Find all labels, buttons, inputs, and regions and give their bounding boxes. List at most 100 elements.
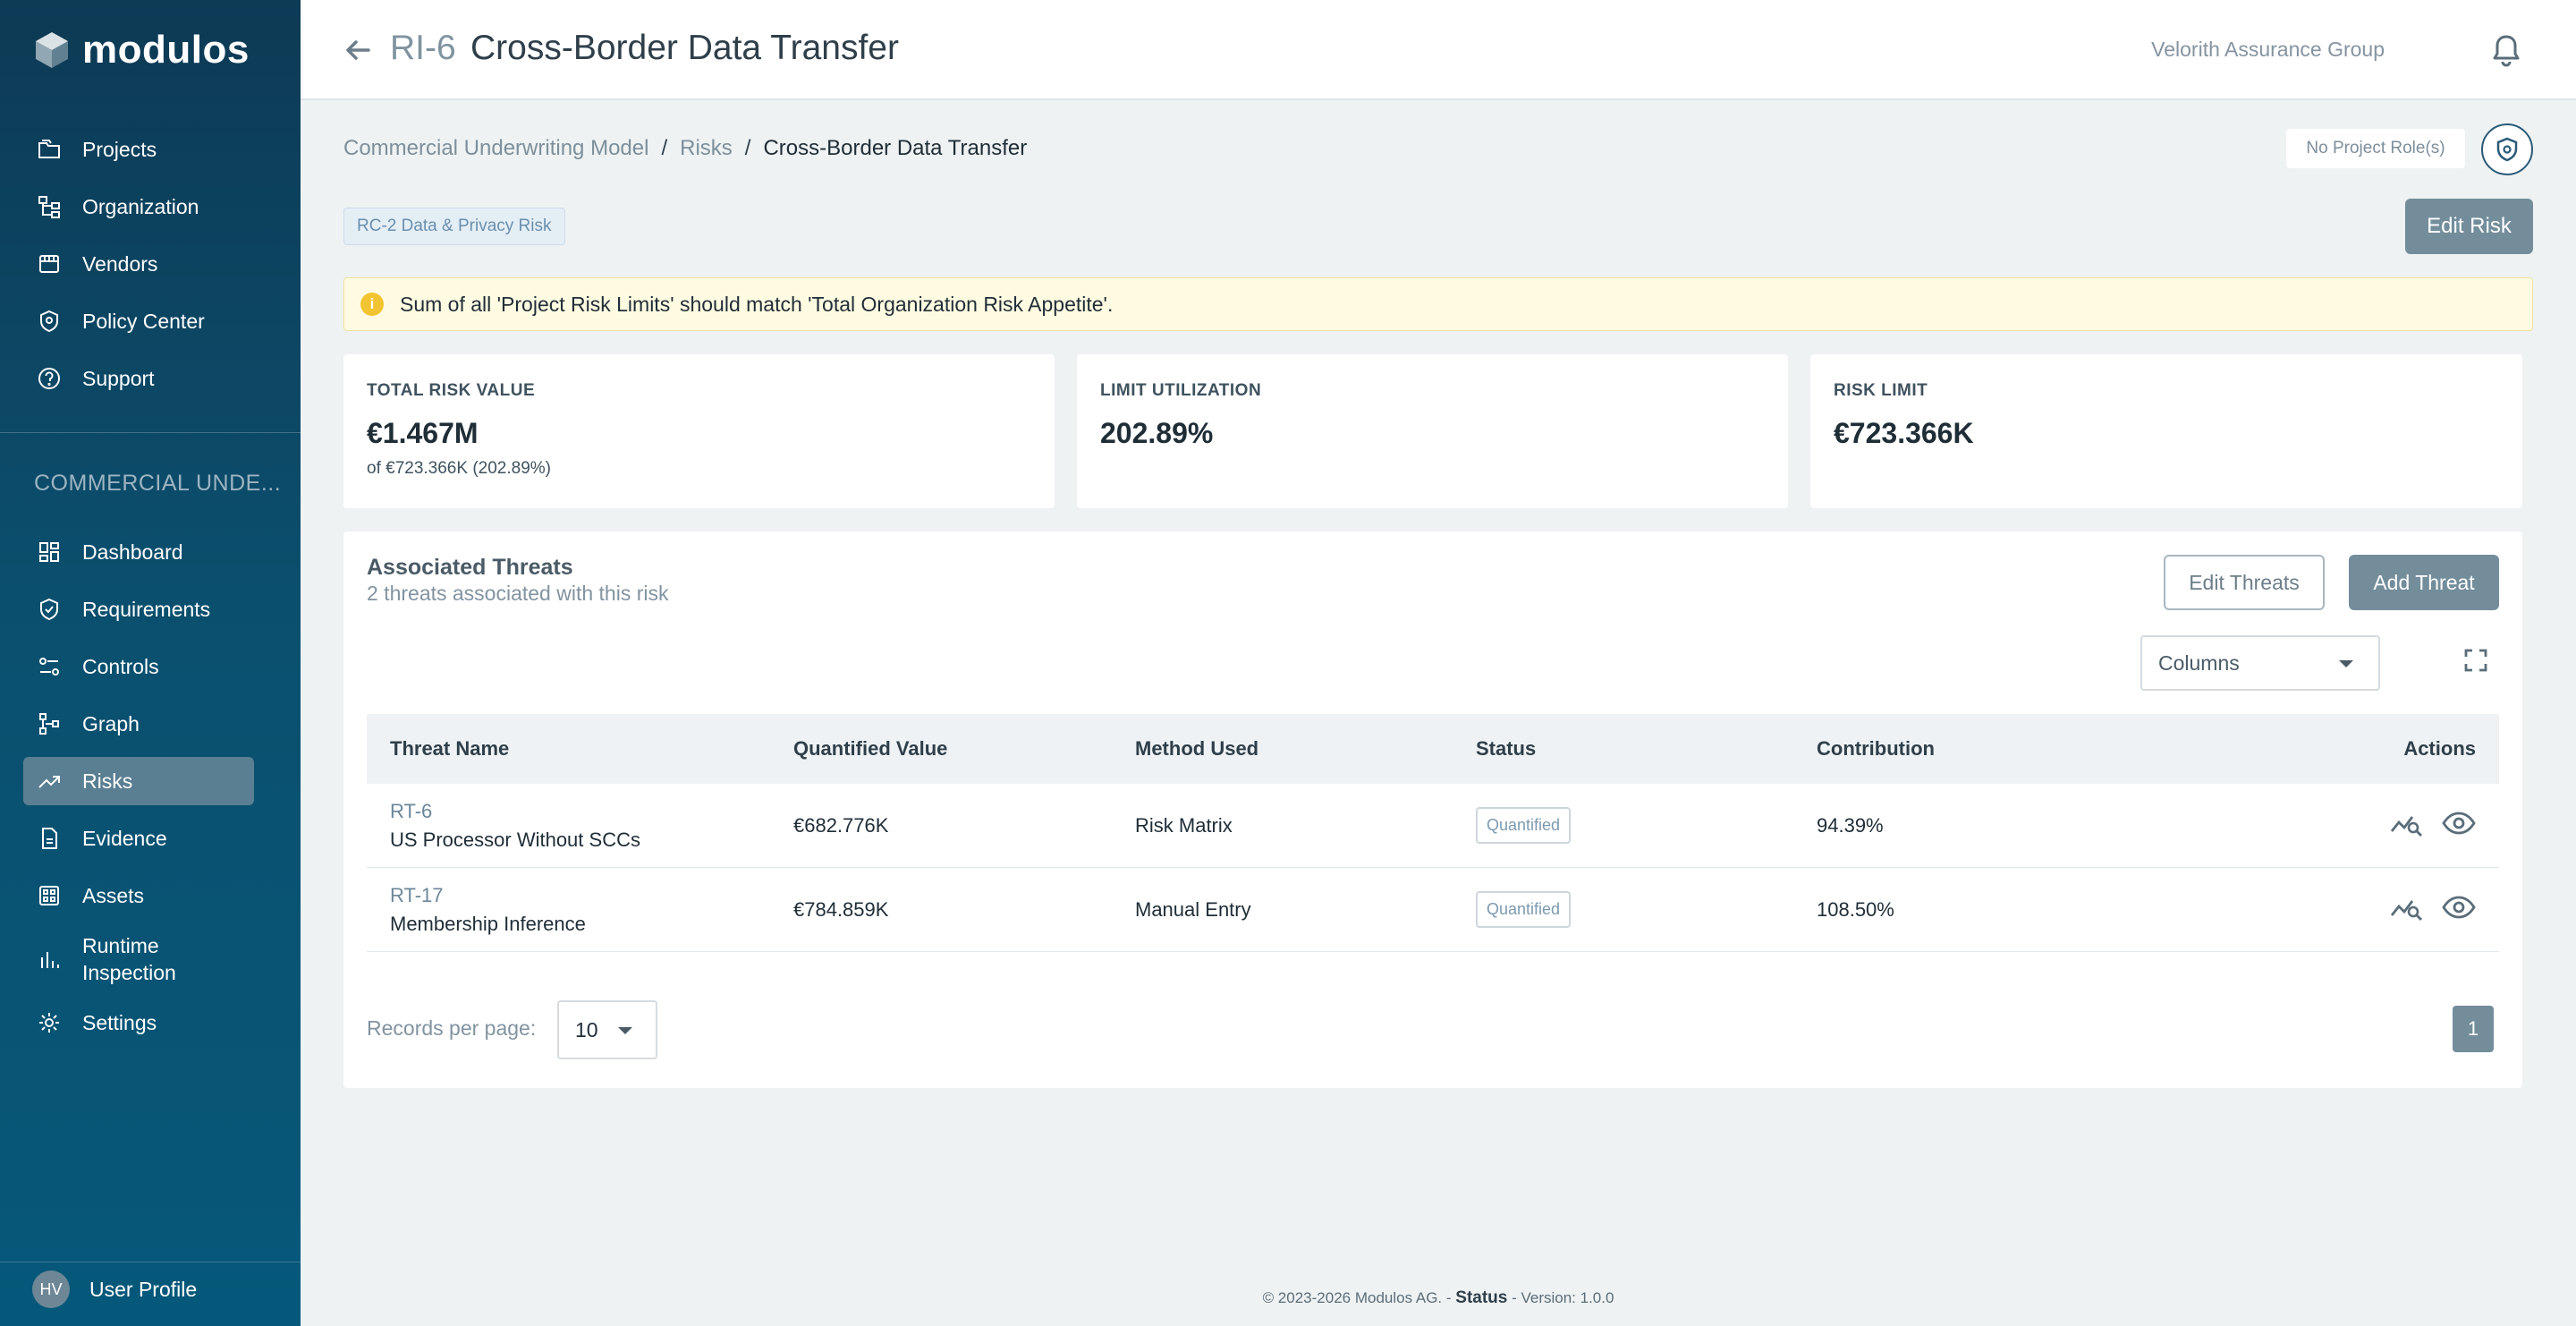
sidebar-item-label: Projects <box>82 138 157 161</box>
brand-name: modulos <box>82 28 250 72</box>
alert-banner: i Sum of all 'Project Risk Limits' shoul… <box>343 277 2533 331</box>
sidebar-item-dashboard[interactable]: Dashboard <box>23 528 254 576</box>
panel-subtitle: 2 threats associated with this risk <box>367 582 669 605</box>
sidebar-item-support[interactable]: Support <box>23 354 254 403</box>
sidebar-item-organization[interactable]: Organization <box>23 183 254 231</box>
contribution: 108.50% <box>1817 897 1894 921</box>
risk-id: RI-6 <box>390 29 456 67</box>
kpi-heading: LIMIT UTILIZATION <box>1100 381 1262 400</box>
kpi-value: 202.89% <box>1100 417 1214 449</box>
columns-select[interactable]: Columns <box>2140 635 2380 691</box>
org-chart-icon <box>36 193 63 220</box>
sidebar-item-label: Runtime Inspection <box>82 934 176 984</box>
project-role-badge: No Project Role(s) <box>2286 129 2465 168</box>
sidebar-item-projects[interactable]: Projects <box>23 125 254 174</box>
threats-table: Threat Name Quantified Value Method Used… <box>367 714 2499 952</box>
role-settings-button[interactable] <box>2481 123 2533 175</box>
sidebar-item-label: Risks <box>82 769 133 793</box>
threat-id-link[interactable]: RT-17 <box>390 884 793 907</box>
sidebar-item-label: Support <box>82 367 155 390</box>
kpi-risk-limit: RISK LIMIT €723.366K <box>1810 354 2522 508</box>
sidebar-item-settings[interactable]: Settings <box>23 999 254 1047</box>
sidebar-item-label: Policy Center <box>82 310 205 333</box>
user-profile-label: User Profile <box>89 1277 198 1301</box>
grid-icon <box>36 882 63 909</box>
footer: © 2023-2026 Modulos AG. - Status - Versi… <box>301 1288 2576 1308</box>
kpi-heading: RISK LIMIT <box>1834 381 1928 400</box>
column-header-status[interactable]: Status <box>1476 737 1817 761</box>
records-per-page-label: Records per page: <box>367 1016 537 1040</box>
column-header-method-used[interactable]: Method Used <box>1135 737 1476 761</box>
folder-icon <box>36 136 63 163</box>
sidebar-item-label: Requirements <box>82 598 211 621</box>
records-per-page-select[interactable]: 10 <box>557 1000 657 1059</box>
table-row[interactable]: RT-17 Membership Inference €784.859K Man… <box>367 868 2499 952</box>
sidebar-item-graph[interactable]: Graph <box>23 700 254 748</box>
user-profile[interactable]: HV User Profile <box>32 1271 197 1308</box>
breadcrumb: Commercial Underwriting Model / Risks / … <box>343 136 1027 161</box>
add-threat-button[interactable]: Add Threat <box>2349 555 2499 610</box>
footer-copyright: © 2023-2026 Modulos AG. - <box>1262 1289 1452 1306</box>
shield-check-icon <box>36 596 63 623</box>
sidebar-item-label: Organization <box>82 195 199 218</box>
kpi-value: €1.467M <box>367 417 479 449</box>
sidebar-item-vendors[interactable]: Vendors <box>23 240 254 288</box>
footer-version: - Version: 1.0.0 <box>1512 1289 1614 1306</box>
status-badge: Quantified <box>1476 807 1572 844</box>
avatar: HV <box>32 1271 70 1308</box>
table-header: Threat Name Quantified Value Method Used… <box>367 714 2499 784</box>
quantified-value: €682.776K <box>793 813 889 837</box>
sidebar-item-policy-center[interactable]: Policy Center <box>23 297 254 345</box>
back-arrow-icon[interactable] <box>340 32 376 68</box>
main-nav: Projects Organization Vendors Policy Cen… <box>23 125 254 412</box>
sidebar-project-title[interactable]: COMMERCIAL UNDE... <box>34 471 281 497</box>
sidebar-item-evidence[interactable]: Evidence <box>23 814 254 863</box>
pagination-page-button[interactable]: 1 <box>2453 1006 2494 1052</box>
column-header-quantified-value[interactable]: Quantified Value <box>793 737 1135 761</box>
threat-id-link[interactable]: RT-6 <box>390 800 793 823</box>
breadcrumb-project[interactable]: Commercial Underwriting Model <box>343 136 648 161</box>
breadcrumb-separator: / <box>661 136 668 160</box>
alert-text: Sum of all 'Project Risk Limits' should … <box>400 292 1114 316</box>
gear-icon <box>36 1009 63 1036</box>
sidebar-item-requirements[interactable]: Requirements <box>23 585 254 633</box>
brand-logo[interactable]: modulos <box>34 28 250 72</box>
sidebar-item-label: Assets <box>82 884 145 907</box>
dashboard-icon <box>36 539 63 565</box>
footer-status-link[interactable]: Status <box>1455 1288 1507 1307</box>
sidebar-item-label: Settings <box>82 1011 157 1034</box>
analyze-threat-icon[interactable] <box>2390 808 2424 844</box>
column-header-contribution[interactable]: Contribution <box>1817 737 2174 761</box>
column-header-threat-name[interactable]: Threat Name <box>367 737 793 761</box>
breadcrumb-separator: / <box>744 136 751 160</box>
edit-risk-button[interactable]: Edit Risk <box>2405 199 2533 254</box>
analyze-threat-icon[interactable] <box>2390 892 2424 928</box>
organization-name[interactable]: Velorith Assurance Group <box>2151 38 2385 62</box>
page-title: Cross-Border Data Transfer <box>470 29 899 67</box>
contribution: 94.39% <box>1817 813 1884 837</box>
sidebar-item-runtime-inspection[interactable]: Runtime Inspection <box>23 929 254 990</box>
kpi-total-risk-value: TOTAL RISK VALUE €1.467M of €723.366K (2… <box>343 354 1055 508</box>
edit-threats-button[interactable]: Edit Threats <box>2164 555 2325 610</box>
sidebar-item-assets[interactable]: Assets <box>23 871 254 920</box>
view-eye-icon[interactable] <box>2442 808 2476 844</box>
view-eye-icon[interactable] <box>2442 892 2476 928</box>
sidebar-item-label: Graph <box>82 712 140 735</box>
kpi-limit-utilization: LIMIT UTILIZATION 202.89% <box>1077 354 1788 508</box>
kpi-heading: TOTAL RISK VALUE <box>367 381 536 400</box>
breadcrumb-risks[interactable]: Risks <box>680 136 733 161</box>
table-row[interactable]: RT-6 US Processor Without SCCs €682.776K… <box>367 784 2499 868</box>
status-badge: Quantified <box>1476 891 1572 928</box>
method-used: Risk Matrix <box>1135 813 1233 837</box>
sidebar-item-label: Dashboard <box>82 540 183 564</box>
sidebar-item-risks[interactable]: Risks <box>23 757 254 805</box>
threat-name: US Processor Without SCCs <box>390 828 640 851</box>
bell-icon[interactable] <box>2490 32 2522 68</box>
risk-category-tag: RC-2 Data & Privacy Risk <box>343 208 565 245</box>
toggles-icon <box>36 653 63 680</box>
sidebar-item-controls[interactable]: Controls <box>23 642 254 691</box>
columns-select-label: Columns <box>2158 650 2240 675</box>
trending-up-icon <box>36 768 63 795</box>
column-header-actions: Actions <box>2403 737 2476 760</box>
fullscreen-icon[interactable] <box>2463 648 2488 673</box>
